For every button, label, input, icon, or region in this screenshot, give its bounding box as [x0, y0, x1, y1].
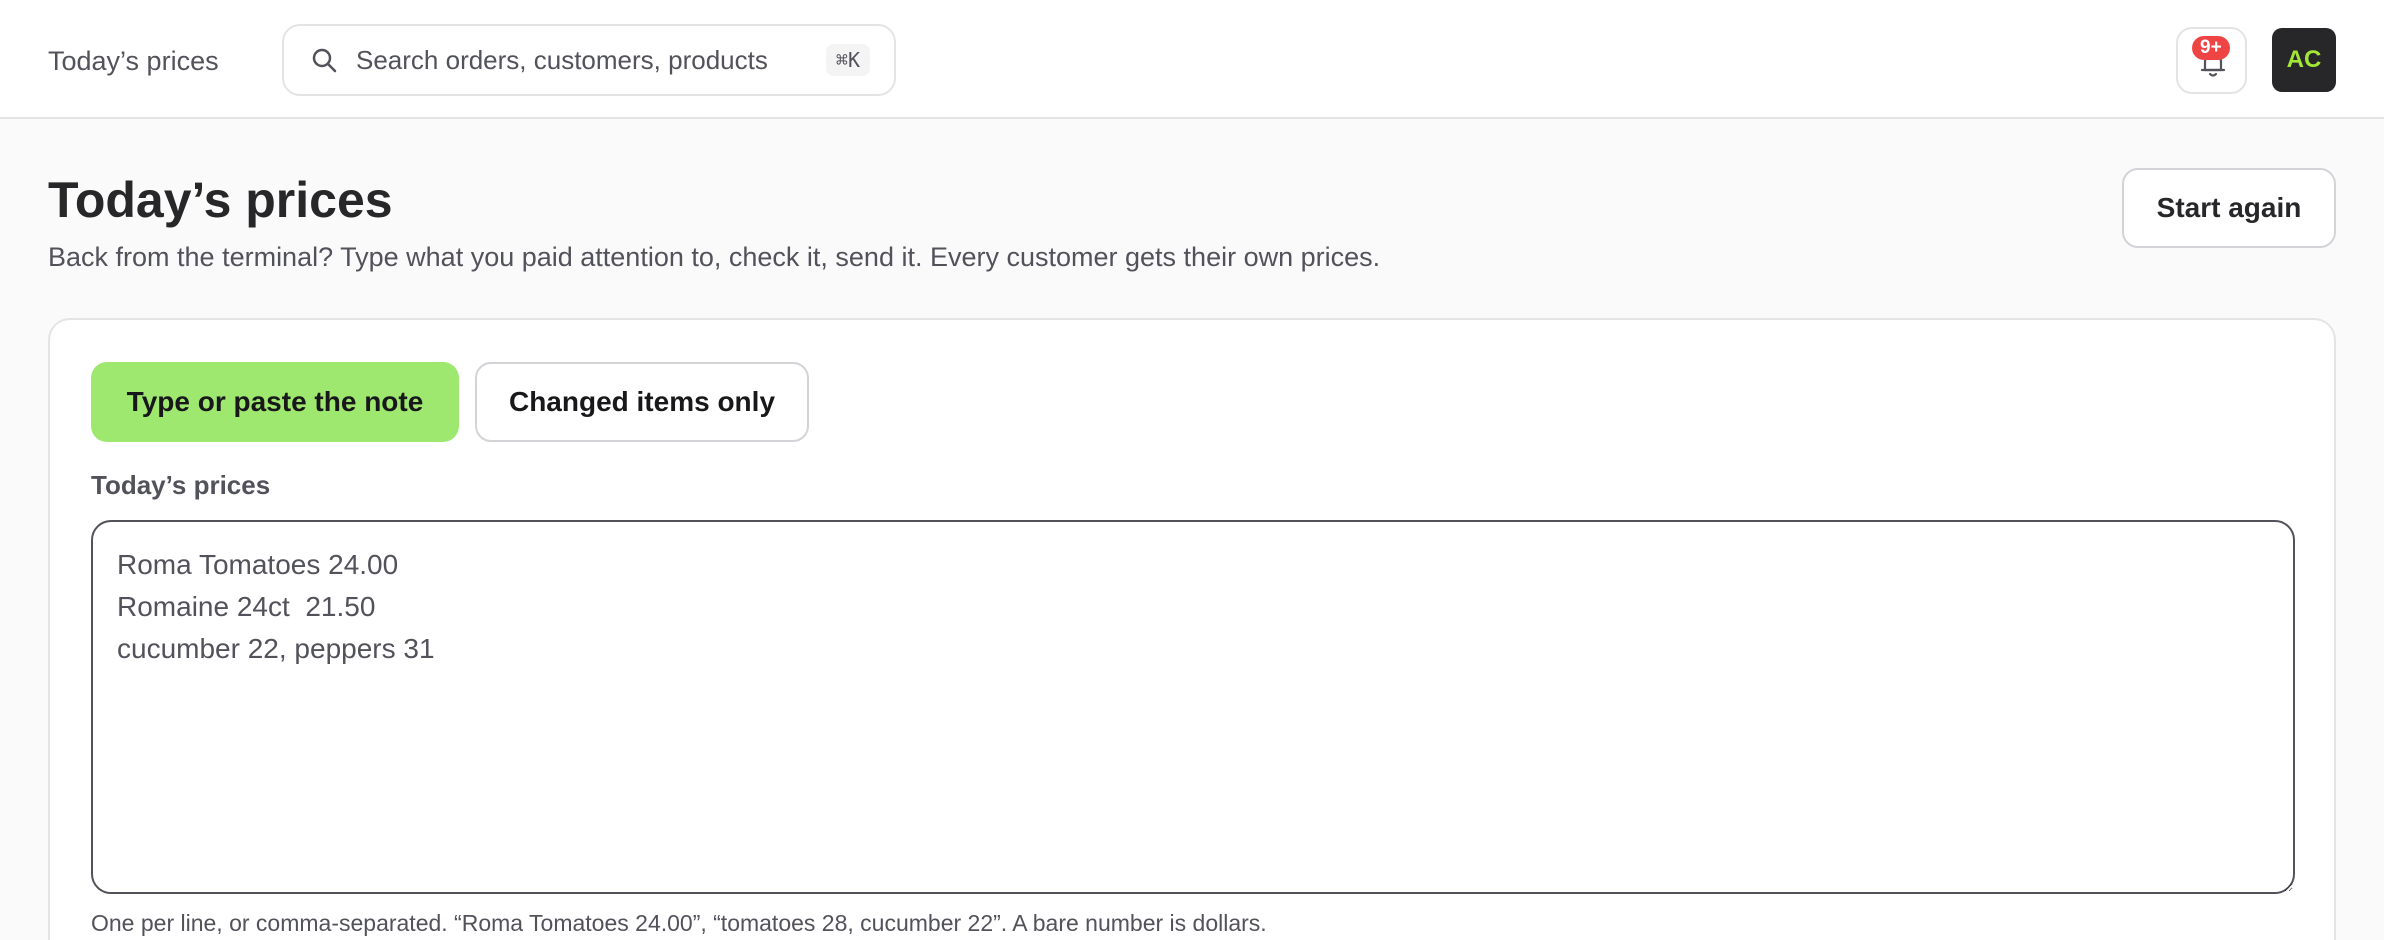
search-box[interactable]: Search orders, customers, products ⌘K	[282, 24, 896, 96]
page-title: Today’s prices	[48, 172, 393, 228]
tab-changed-items-only[interactable]: Changed items only	[475, 362, 809, 442]
prices-note-textarea[interactable]: Roma Tomatoes 24.00 Romaine 24ct 21.50 c…	[91, 520, 2295, 894]
top-bar: Today’s prices Search orders, customers,…	[0, 0, 2384, 119]
start-again-button[interactable]: Start again	[2122, 168, 2336, 248]
notifications-button[interactable]: 9+	[2176, 27, 2247, 94]
prices-field-label: Today’s prices	[91, 470, 271, 500]
search-icon	[310, 46, 338, 74]
tab-type-or-paste-note[interactable]: Type or paste the note	[91, 362, 459, 442]
price-entry-card: Type or paste the note Changed items onl…	[48, 318, 2336, 940]
search-shortcut-hint: ⌘K	[825, 44, 870, 76]
page-subtitle: Back from the terminal? Type what you pa…	[48, 242, 1381, 272]
format-hint: One per line, or comma-separated. “Roma …	[91, 910, 1267, 936]
search-input[interactable]: Search orders, customers, products	[356, 45, 826, 76]
app-title: Today’s prices	[48, 46, 219, 76]
avatar[interactable]: AC	[2272, 28, 2336, 92]
notification-count-badge: 9+	[2192, 36, 2230, 60]
